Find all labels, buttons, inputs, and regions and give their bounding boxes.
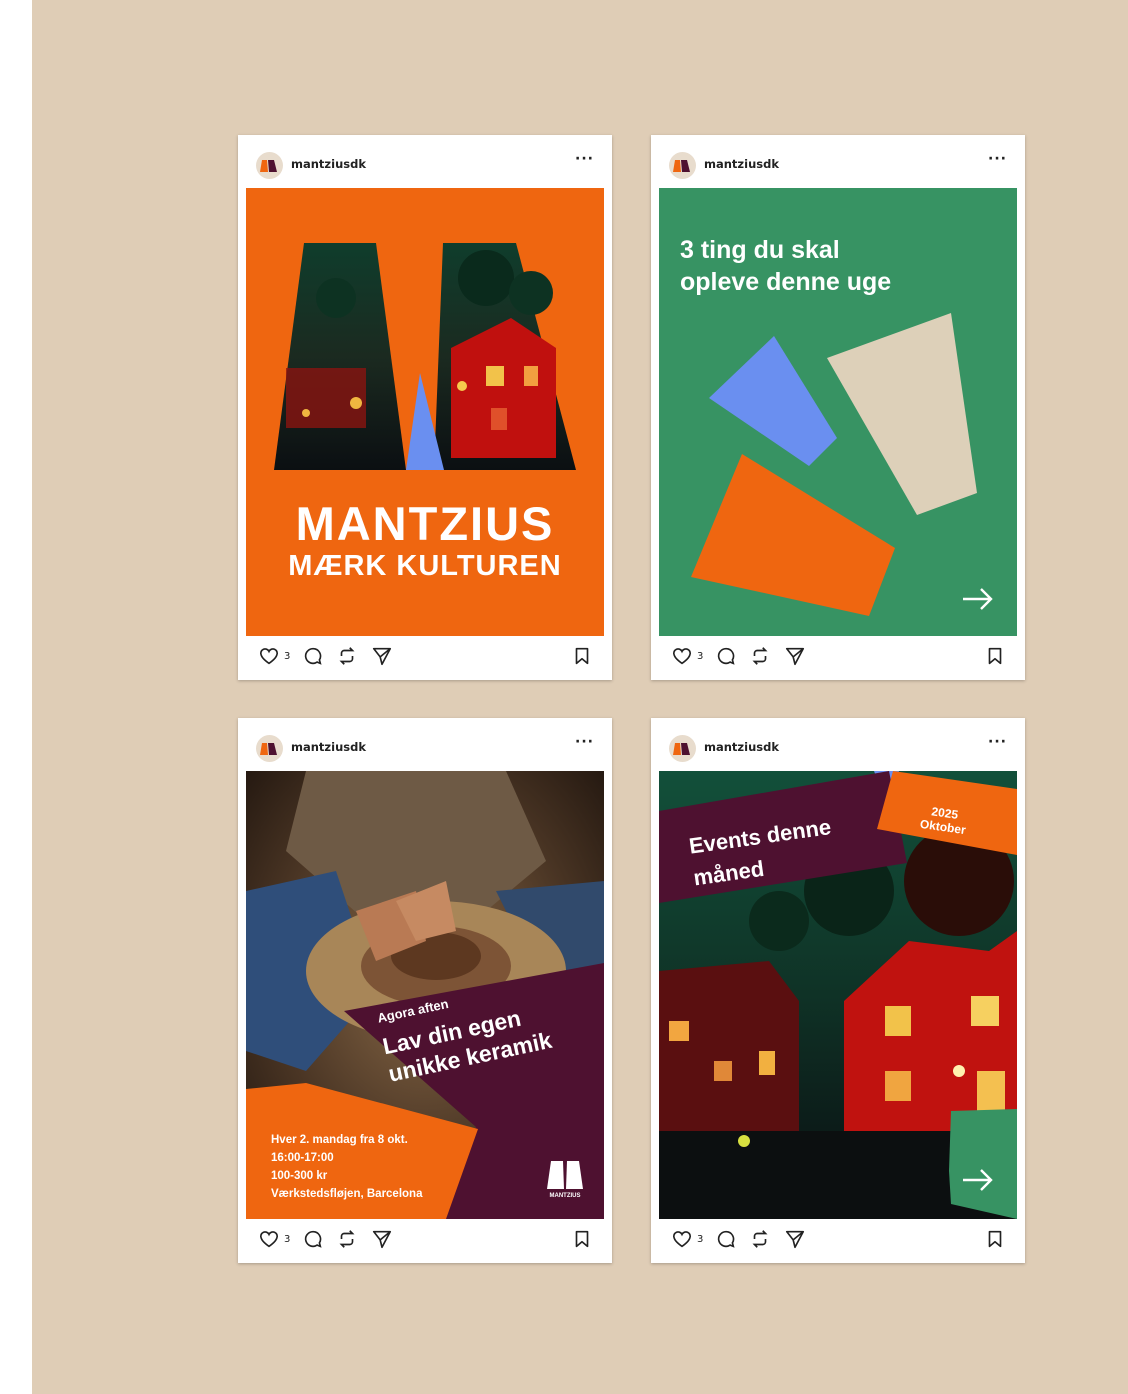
logo-wordmark: MANTZIUS	[549, 1193, 581, 1199]
username[interactable]: mantziusdk	[291, 740, 366, 754]
event-schedule: Hver 2. mandag fra 8 okt.	[271, 1134, 408, 1146]
avatar[interactable]	[256, 735, 283, 762]
post-header: mantziusdk ···	[651, 718, 1025, 770]
more-options-icon[interactable]: ···	[988, 151, 1007, 167]
more-options-icon[interactable]: ···	[988, 734, 1007, 750]
event-details: Hver 2. mandag fra 8 okt. 16:00-17:00 10…	[271, 1131, 422, 1203]
like-count: 3	[697, 651, 704, 662]
heart-icon[interactable]	[258, 645, 280, 667]
heart-icon[interactable]	[671, 645, 693, 667]
repost-icon[interactable]	[336, 1228, 358, 1250]
event-location: Værkstedsfløjen, Barcelona	[271, 1188, 423, 1200]
comment-icon[interactable]	[715, 1228, 737, 1250]
send-icon[interactable]	[371, 645, 393, 667]
post-image[interactable]: Agora aften Lav din egen unikke keramik …	[246, 771, 604, 1219]
moodboard-background: mantziusdk ··· MANTZIUS MÆRK KULTUREN 3 …	[32, 0, 1128, 1394]
avatar[interactable]	[669, 152, 696, 179]
post-title: MANTZIUS	[295, 497, 555, 550]
right-arrow-icon[interactable]	[961, 1167, 995, 1193]
like-count: 3	[284, 651, 291, 662]
post-image[interactable]: 3 ting du skal opleve denne uge	[659, 188, 1017, 636]
post-actions: 3	[651, 643, 1025, 673]
heart-icon[interactable]	[671, 1228, 693, 1250]
post-subtitle: MÆRK KULTUREN	[288, 550, 562, 582]
event-price: 100-300 kr	[271, 1170, 328, 1182]
username[interactable]: mantziusdk	[704, 740, 779, 754]
avatar[interactable]	[256, 152, 283, 179]
send-icon[interactable]	[371, 1228, 393, 1250]
send-icon[interactable]	[784, 1228, 806, 1250]
avatar[interactable]	[669, 735, 696, 762]
like-count: 3	[284, 1234, 291, 1245]
post-header: mantziusdk ···	[651, 135, 1025, 187]
event-time: 16:00-17:00	[271, 1152, 334, 1164]
bookmark-icon[interactable]	[571, 1228, 593, 1250]
post-actions: 3	[238, 1226, 612, 1256]
post-image[interactable]: Events denne måned 2025 Oktober	[659, 771, 1017, 1219]
more-options-icon[interactable]: ···	[575, 151, 594, 167]
instagram-post-card: mantziusdk ··· 3 ting du skal opleve den…	[651, 135, 1025, 680]
post-header: mantziusdk ···	[238, 135, 612, 187]
comment-icon[interactable]	[715, 645, 737, 667]
repost-icon[interactable]	[336, 645, 358, 667]
heart-icon[interactable]	[258, 1228, 280, 1250]
repost-icon[interactable]	[749, 1228, 771, 1250]
instagram-post-card: mantziusdk ···	[651, 718, 1025, 1263]
bookmark-icon[interactable]	[984, 645, 1006, 667]
instagram-post-card: mantziusdk ···	[238, 135, 612, 680]
repost-icon[interactable]	[749, 645, 771, 667]
bookmark-icon[interactable]	[571, 645, 593, 667]
send-icon[interactable]	[784, 645, 806, 667]
post-image[interactable]: MANTZIUS MÆRK KULTUREN	[246, 188, 604, 636]
comment-icon[interactable]	[302, 1228, 324, 1250]
decorative-shapes	[691, 313, 977, 616]
like-count: 3	[697, 1234, 704, 1245]
comment-icon[interactable]	[302, 645, 324, 667]
more-options-icon[interactable]: ···	[575, 734, 594, 750]
username[interactable]: mantziusdk	[291, 157, 366, 171]
post-actions: 3	[651, 1226, 1025, 1256]
username[interactable]: mantziusdk	[704, 157, 779, 171]
instagram-post-card: mantziusdk ···	[238, 718, 612, 1263]
mantzius-logo	[547, 1161, 583, 1189]
bookmark-icon[interactable]	[984, 1228, 1006, 1250]
post-actions: 3	[238, 643, 612, 673]
right-arrow-icon[interactable]	[961, 586, 995, 612]
post-header: mantziusdk ···	[238, 718, 612, 770]
